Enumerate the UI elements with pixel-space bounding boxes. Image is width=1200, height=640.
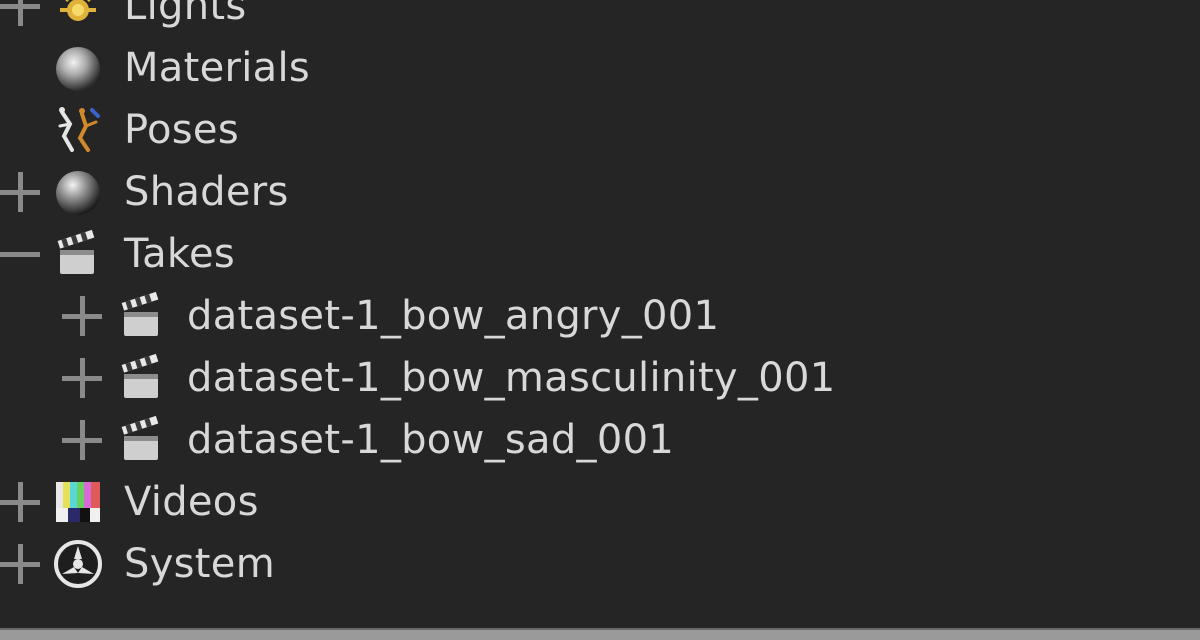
asset-browser-panel: Lights Materials Poses Shaders Takes dat… — [0, 0, 1200, 640]
pose-figure-icon — [52, 104, 104, 156]
clapperboard-icon — [52, 228, 104, 280]
tree-item-label: Materials — [124, 45, 311, 91]
system-wheel-icon — [52, 538, 104, 590]
clapperboard-icon — [116, 414, 168, 466]
sphere-icon — [52, 166, 104, 218]
expand-plus-icon[interactable] — [60, 418, 104, 462]
tree-item-label: Shaders — [124, 169, 289, 215]
tree-item-label: dataset-1_bow_masculinity_001 — [187, 355, 836, 401]
expand-plus-icon[interactable] — [60, 356, 104, 400]
tree-item-takes[interactable]: Takes — [0, 223, 1200, 285]
tree-item-label: Poses — [124, 107, 239, 153]
expand-plus-icon[interactable] — [0, 170, 42, 214]
tree-item-shaders[interactable]: Shaders — [0, 161, 1200, 223]
expand-plus-icon[interactable] — [0, 542, 42, 586]
expand-plus-icon[interactable] — [0, 0, 42, 28]
tree-item-label: dataset-1_bow_angry_001 — [187, 293, 720, 339]
clapperboard-icon — [116, 290, 168, 342]
tree-item-take[interactable]: dataset-1_bow_angry_001 — [0, 285, 1200, 347]
lights-icon — [52, 0, 104, 32]
tree-item-label: Lights — [124, 0, 247, 29]
tree-item-take[interactable]: dataset-1_bow_sad_001 — [0, 409, 1200, 471]
expand-plus-icon[interactable] — [60, 294, 104, 338]
panel-splitter[interactable] — [0, 628, 1200, 640]
tree-item-materials[interactable]: Materials — [0, 37, 1200, 99]
expand-plus-icon[interactable] — [0, 480, 42, 524]
tree-item-label: System — [124, 541, 275, 587]
asset-tree: Lights Materials Poses Shaders Takes dat… — [0, 0, 1200, 595]
tree-item-system[interactable]: System — [0, 533, 1200, 595]
tree-item-poses[interactable]: Poses — [0, 99, 1200, 161]
sphere-icon — [52, 42, 104, 94]
tree-item-lights[interactable]: Lights — [0, 0, 1200, 37]
clapperboard-icon — [116, 352, 168, 404]
tree-item-take[interactable]: dataset-1_bow_masculinity_001 — [0, 347, 1200, 409]
tree-item-label: Videos — [124, 479, 259, 525]
color-bars-icon — [52, 476, 104, 528]
tree-item-videos[interactable]: Videos — [0, 471, 1200, 533]
collapse-minus-icon[interactable] — [0, 232, 42, 276]
tree-item-label: Takes — [124, 231, 236, 277]
tree-item-label: dataset-1_bow_sad_001 — [187, 417, 675, 463]
